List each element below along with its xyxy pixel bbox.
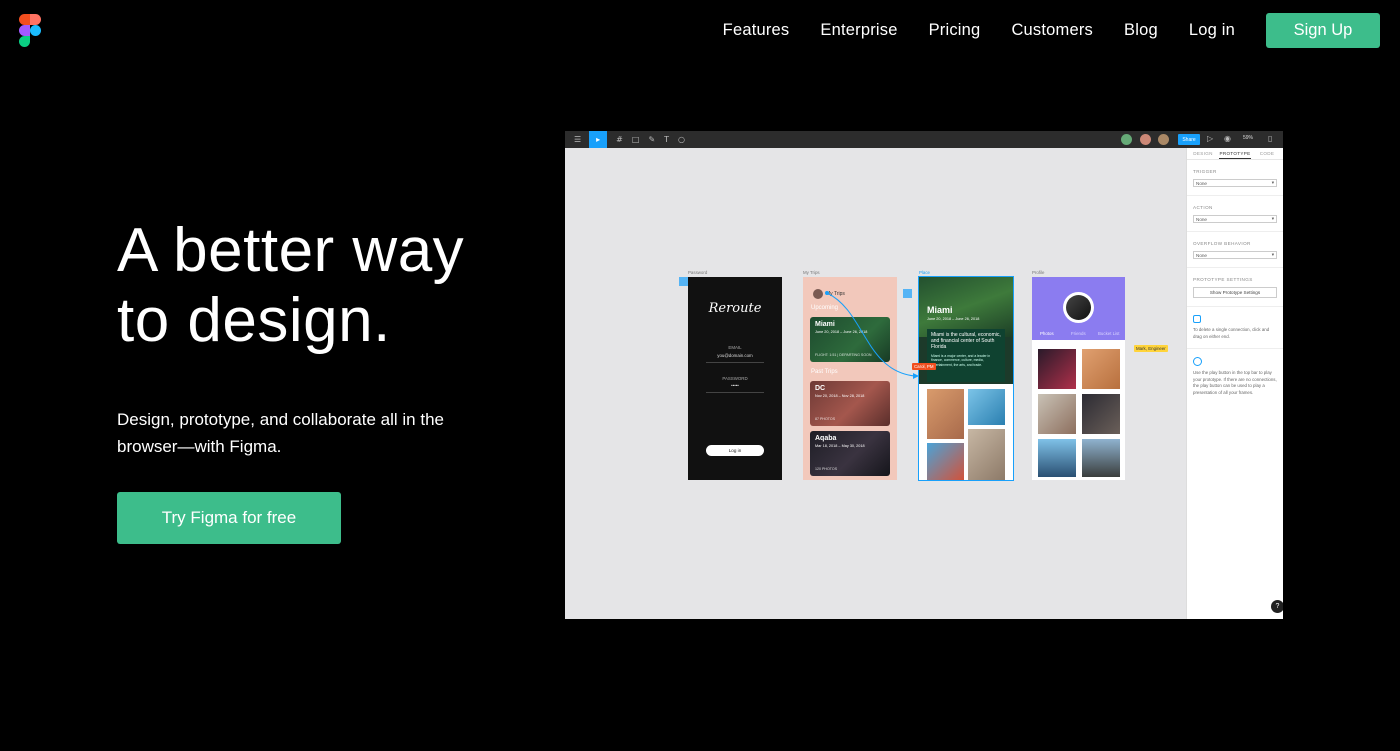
nav-features[interactable]: Features xyxy=(723,21,790,40)
hero-subtitle: Design, prototype, and collaborate all i… xyxy=(117,410,444,456)
collaborator-cursor-tag: Mark, Engineer xyxy=(1134,345,1168,352)
play-icon: ▷ xyxy=(1207,134,1214,143)
nav-enterprise[interactable]: Enterprise xyxy=(820,21,897,40)
connection-arrowhead xyxy=(913,373,919,379)
logo-part xyxy=(19,36,30,47)
action-select: None ▾ xyxy=(1193,215,1277,223)
nav-blog[interactable]: Blog xyxy=(1124,21,1158,40)
logo-part xyxy=(19,25,30,36)
action-label: ACTION xyxy=(1193,205,1213,210)
signup-button[interactable]: Sign Up xyxy=(1266,12,1380,48)
tab-design: DESIGN xyxy=(1193,151,1213,156)
top-nav: Features Enterprise Pricing Customers Bl… xyxy=(723,0,1400,60)
nav-customers[interactable]: Customers xyxy=(1011,21,1093,40)
play-icon xyxy=(1193,357,1202,366)
eye-icon: ◉ xyxy=(1224,134,1231,143)
chevron-down-icon: ▾ xyxy=(1271,252,1274,257)
connection-line xyxy=(826,292,916,377)
frame-handle xyxy=(679,277,688,286)
show-prototype-settings-button: Show Prototype Settings xyxy=(1193,287,1277,298)
trigger-value: None xyxy=(1196,180,1207,186)
hero-title-line2: to design. xyxy=(117,286,391,355)
hero-title: A better way to design. xyxy=(117,216,547,356)
divider xyxy=(1187,348,1283,349)
properties-panel: DESIGN PROTOTYPE CODE TRIGGER None ▾ ACTI… xyxy=(1186,148,1283,619)
divider xyxy=(1187,231,1283,232)
divider xyxy=(1187,267,1283,268)
frame-handle xyxy=(903,289,912,298)
logo-part xyxy=(19,14,30,25)
zoom-level: 59% xyxy=(1243,135,1254,141)
nav-pricing[interactable]: Pricing xyxy=(929,21,981,40)
trigger-select: None ▾ xyxy=(1193,179,1277,187)
overflow-value: None xyxy=(1196,252,1207,258)
overflow-select: None ▾ xyxy=(1193,251,1277,259)
chevron-down-icon: ▾ xyxy=(1271,180,1274,185)
app-screenshot: ☰ ▸ # □ ✎ T ○ Share ▷ ◉ 59% ▯ Password R… xyxy=(565,131,1283,619)
logo-part xyxy=(30,14,41,25)
chevron-down-icon: ▾ xyxy=(1271,216,1274,221)
collaborator-cursor-tag: Carol, PM xyxy=(912,363,936,370)
nav-login[interactable]: Log in xyxy=(1189,21,1235,40)
figma-logo-icon[interactable] xyxy=(19,14,41,47)
divider xyxy=(1187,195,1283,196)
tab-prototype: PROTOTYPE xyxy=(1219,148,1251,159)
logo-part xyxy=(30,25,41,36)
connection-start xyxy=(825,291,829,295)
prototype-settings-label: PROTOTYPE SETTINGS xyxy=(1193,277,1253,282)
connection-note: To delete a single connection, click and… xyxy=(1193,327,1270,339)
overflow-label: OVERFLOW BEHAVIOR xyxy=(1193,241,1251,246)
play-note: Use the play button in the top bar to pl… xyxy=(1193,370,1277,395)
divider xyxy=(1187,306,1283,307)
action-value: None xyxy=(1196,216,1207,222)
help-icon: ? xyxy=(1271,600,1283,613)
connection-icon xyxy=(1193,315,1201,323)
library-icon: ▯ xyxy=(1268,134,1273,143)
trigger-label: TRIGGER xyxy=(1193,169,1217,174)
panel-tabs: DESIGN PROTOTYPE CODE xyxy=(1187,148,1283,160)
hero-title-line1: A better way xyxy=(117,216,465,285)
tab-code: CODE xyxy=(1259,151,1275,156)
try-figma-button[interactable]: Try Figma for free xyxy=(117,492,341,544)
prototype-connection xyxy=(679,277,919,379)
